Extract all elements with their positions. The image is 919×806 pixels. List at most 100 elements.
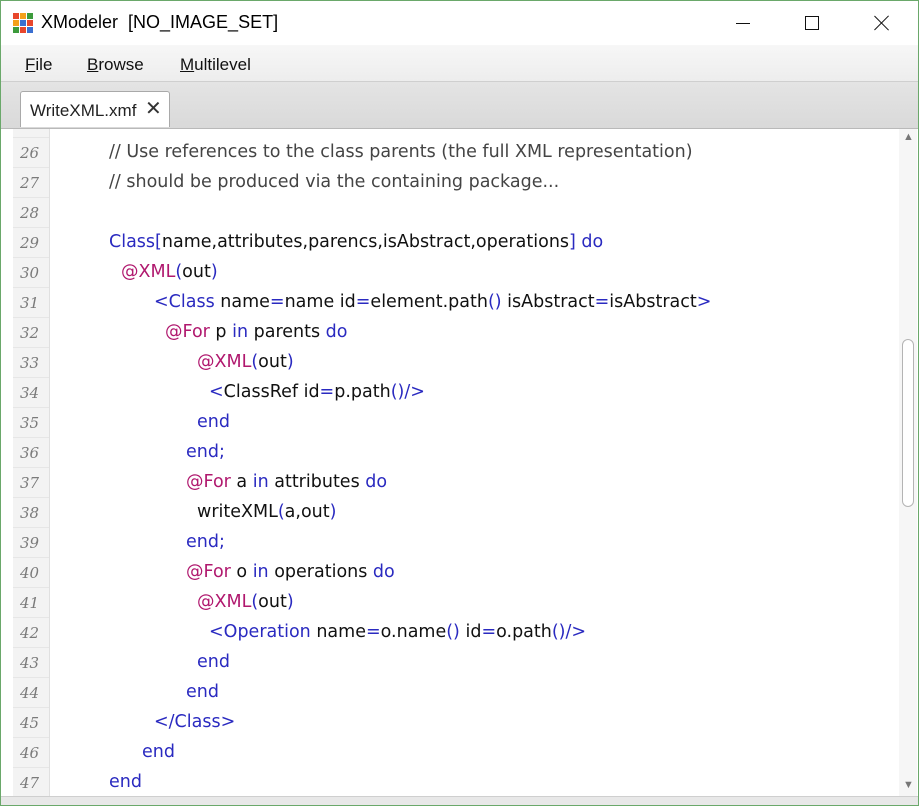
code-line[interactable]: <Class name=name id=element.path() isAbs…: [154, 287, 711, 317]
menu-label: rowse: [98, 55, 144, 74]
status-edge: [1, 796, 918, 805]
gutter-row: 38: [13, 497, 49, 527]
code-editor[interactable]: 26 27 28 29 30 31 32 33 34 35 36 37 38 39 40 41 42 43 44 45…: [13, 129, 898, 796]
code-token: name,attributes,parencs,isAbstract,opera…: [161, 232, 570, 252]
code-token: ]: [569, 232, 576, 252]
code-line[interactable]: end: [142, 737, 175, 767]
menu-accelerator: M: [180, 55, 195, 74]
code-line[interactable]: end;: [186, 527, 225, 557]
scroll-up-arrow-icon[interactable]: ▲: [903, 132, 914, 143]
code-token: =: [594, 292, 610, 312]
code-token: <Class: [154, 292, 215, 312]
code-token: =: [269, 292, 285, 312]
code-token: ): [210, 262, 218, 282]
gutter-row: 47: [13, 767, 49, 796]
line-number: 28: [20, 204, 40, 222]
line-number: 46: [20, 744, 40, 762]
menu-label: ultilevel: [194, 55, 251, 74]
gutter-row: 30: [13, 257, 49, 287]
menu-multilevel[interactable]: Multilevel: [180, 55, 251, 75]
close-icon[interactable]: ✕: [145, 98, 162, 120]
app-window: XModeler [NO_IMAGE_SET] File Browse Mult…: [0, 0, 919, 806]
code-line[interactable]: end;: [186, 437, 225, 467]
code-token: @For: [186, 472, 231, 492]
code-token: do: [365, 472, 388, 492]
code-token: (): [487, 292, 502, 312]
gutter-row: 40: [13, 557, 49, 587]
code-line[interactable]: // should be produced via the containing…: [109, 167, 559, 197]
app-icon: [13, 13, 33, 33]
code-token: end: [142, 742, 175, 762]
code-token: in: [252, 472, 269, 492]
code-line[interactable]: @For p in parents do: [165, 317, 347, 347]
code-line[interactable]: @For a in attributes do: [186, 467, 387, 497]
code-token: a,out: [284, 502, 330, 522]
code-token: operations: [268, 562, 373, 582]
code-line[interactable]: end: [186, 677, 219, 707]
code-token: writeXML: [197, 502, 278, 522]
maximize-icon: [805, 16, 819, 30]
code-line[interactable]: <Operation name=o.name() id=o.path()/>: [209, 617, 586, 647]
code-token: name: [214, 292, 270, 312]
code-token: in: [232, 322, 249, 342]
code-token: end;: [186, 442, 225, 462]
gutter-row: 26: [13, 137, 49, 167]
code-token: out: [258, 352, 287, 372]
line-number: 43: [20, 654, 40, 672]
code-line[interactable]: end: [197, 647, 230, 677]
gutter-row: 32: [13, 317, 49, 347]
code-line[interactable]: Class[name,attributes,parencs,isAbstract…: [109, 227, 603, 257]
gutter-row: 44: [13, 677, 49, 707]
code-line[interactable]: end: [109, 767, 142, 796]
title-bar[interactable]: XModeler [NO_IMAGE_SET]: [1, 1, 918, 45]
gutter-row: 42: [13, 617, 49, 647]
gutter-row: 34: [13, 377, 49, 407]
code-token: =: [319, 382, 335, 402]
code-token: end: [109, 772, 142, 792]
code-token: // should be produced via the containing…: [109, 172, 560, 192]
code-token: parents: [248, 322, 326, 342]
code-token: o.name: [380, 622, 447, 642]
code-token: // Use references to the class parents (…: [109, 142, 693, 162]
code-token: ): [286, 352, 294, 372]
tab-writexml[interactable]: WriteXML.xmf ✕: [20, 91, 170, 127]
scroll-down-arrow-icon[interactable]: ▼: [903, 780, 914, 791]
scroll-thumb[interactable]: [902, 339, 914, 507]
code-token: ): [286, 592, 294, 612]
code-line[interactable]: @For o in operations do: [186, 557, 395, 587]
code-line[interactable]: </Class>: [154, 707, 235, 737]
menu-accelerator: B: [87, 55, 99, 74]
code-line[interactable]: <ClassRef id=p.path()/>: [209, 377, 425, 407]
line-number: 36: [20, 444, 40, 462]
code-line[interactable]: end: [197, 407, 230, 437]
line-number: 34: [20, 384, 40, 402]
line-number: 32: [20, 324, 40, 342]
minimize-button[interactable]: [720, 1, 766, 45]
vertical-scrollbar[interactable]: ▲ ▼: [899, 129, 917, 796]
line-number: 42: [20, 624, 40, 642]
gutter-row: 45: [13, 707, 49, 737]
line-number: 31: [20, 294, 40, 312]
line-number: 30: [20, 264, 40, 282]
code-line[interactable]: @XML(out): [121, 257, 218, 287]
tab-label: WriteXML.xmf: [30, 101, 137, 120]
code-line[interactable]: writeXML(a,out): [197, 497, 336, 527]
code-token: ): [329, 502, 337, 522]
code-token: (): [446, 622, 460, 642]
line-number: 45: [20, 714, 40, 732]
code-token: p: [209, 322, 233, 342]
maximize-button[interactable]: [789, 1, 835, 45]
code-line[interactable]: @XML(out): [197, 587, 294, 617]
line-number: 40: [20, 564, 40, 582]
code-line[interactable]: @XML(out): [197, 347, 294, 377]
line-number: 33: [20, 354, 40, 372]
tab-strip: WriteXML.xmf ✕: [1, 82, 918, 129]
code-token: =: [355, 292, 371, 312]
menu-browse[interactable]: Browse: [87, 55, 144, 75]
close-button[interactable]: [859, 1, 905, 45]
window-title: XModeler [NO_IMAGE_SET]: [41, 12, 279, 32]
menu-file[interactable]: File: [25, 55, 52, 75]
close-icon: [874, 15, 890, 31]
line-number: 26: [20, 144, 40, 162]
code-line[interactable]: // Use references to the class parents (…: [109, 137, 693, 167]
